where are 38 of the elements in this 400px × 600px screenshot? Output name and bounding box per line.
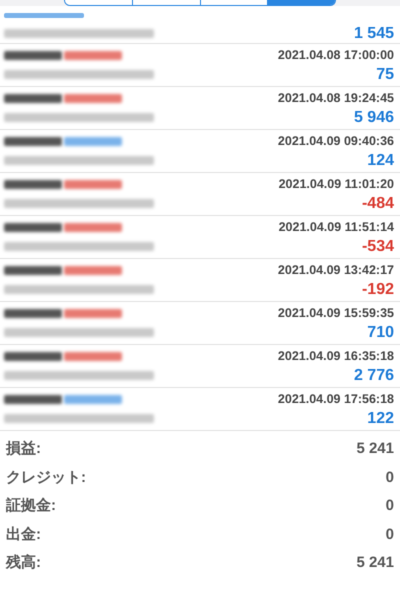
summary-value: 5 241: [356, 439, 394, 459]
blurred-text: [4, 51, 62, 60]
trade-date: 2021.04.09 17:56:18: [278, 391, 394, 408]
summary-label: 損益:: [6, 439, 41, 459]
blurred-text: [4, 266, 62, 275]
blurred-text: [4, 137, 62, 146]
profit-value: -484: [362, 194, 394, 214]
profit-value: 2 776: [354, 366, 394, 386]
summary-value: 0: [386, 524, 394, 544]
trade-date: 2021.04.09 13:42:17: [278, 262, 394, 280]
blurred-text: [4, 94, 62, 103]
profit-value: 124: [367, 150, 394, 170]
blurred-text: [4, 180, 62, 189]
trade-date: 2021.04.08 17:00:00: [278, 47, 394, 64]
blurred-text: [4, 352, 62, 361]
profit-value: 5 946: [354, 108, 394, 128]
blurred-text: [4, 223, 62, 232]
summary-label: 出金:: [6, 524, 41, 544]
profit-value: 75: [376, 64, 394, 84]
summary-value: 0: [386, 496, 394, 516]
summary-value: 0: [386, 468, 394, 488]
summary-label: クレジット:: [6, 468, 86, 488]
profit-value: 1 545: [354, 24, 394, 44]
summary-label: 証拠金:: [6, 496, 56, 516]
profit-value: -192: [362, 280, 394, 300]
summary-value: 5 241: [356, 553, 394, 573]
trade-date: 2021.04.09 16:35:18: [278, 348, 394, 366]
blurred-text: [4, 395, 62, 404]
trade-date: 2021.04.09 15:59:35: [278, 305, 394, 322]
summary-label: 残高:: [6, 553, 41, 573]
trade-date: 2021.04.09 11:01:20: [278, 176, 394, 194]
profit-value: -534: [362, 236, 394, 256]
trade-date: 2021.04.09 11:51:14: [278, 219, 394, 236]
trade-date: 2021.04.09 09:40:36: [278, 133, 394, 150]
profit-value: 122: [367, 408, 394, 428]
blurred-text: [4, 309, 62, 318]
profit-value: 710: [367, 322, 394, 342]
trade-date: 2021.04.08 19:24:45: [278, 90, 394, 108]
